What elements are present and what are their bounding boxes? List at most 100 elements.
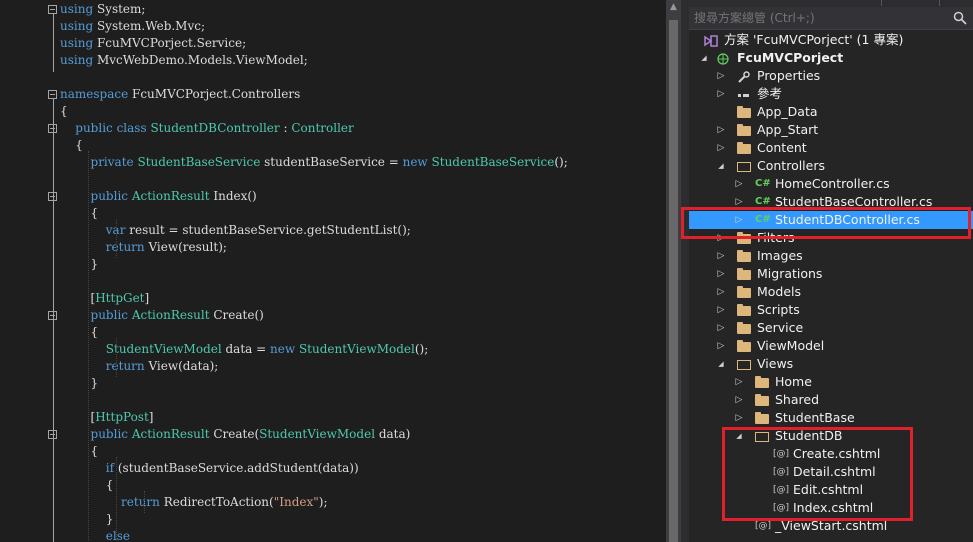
tree-item[interactable]: App_Data [689, 103, 973, 121]
code-line[interactable]: private StudentBaseService studentBaseSe… [60, 154, 568, 171]
collapse-region-icon[interactable] [48, 90, 57, 99]
folder-open-icon [737, 162, 751, 172]
collapsed-arrow-icon[interactable]: ▷ [716, 247, 726, 265]
tree-item[interactable]: ▷ Scripts [689, 301, 973, 319]
code-line[interactable]: using FcuMVCPorject.Service; [60, 35, 246, 52]
code-line[interactable]: using MvcWebDemo.Models.ViewModel; [60, 52, 308, 69]
code-line[interactable]: [HttpPost] [60, 409, 154, 426]
code-line[interactable]: return View(result); [60, 239, 227, 256]
code-token: ] [148, 410, 154, 424]
keyword-token: using [60, 53, 94, 67]
code-line[interactable]: return RedirectToAction("Index"); [60, 494, 328, 511]
tree-item[interactable]: ▷ Models [689, 283, 973, 301]
code-line[interactable]: if (studentBaseService.addStudent(data)) [60, 460, 359, 477]
collapsed-arrow-icon[interactable]: ▷ [716, 283, 726, 301]
expanded-arrow-icon[interactable]: ◢ [716, 157, 726, 175]
solution-search-input[interactable] [694, 7, 944, 29]
code-line[interactable]: public ActionResult Create() [60, 307, 264, 324]
code-token: { [60, 325, 99, 339]
code-line[interactable]: { [60, 324, 99, 341]
code-token: { [60, 206, 99, 220]
tree-item[interactable]: ▷ Images [689, 247, 973, 265]
scroll-up-arrow-icon[interactable]: ▲ [668, 2, 679, 13]
code-line[interactable]: { [60, 205, 99, 222]
code-line[interactable]: { [60, 103, 68, 120]
tree-item-label: FcuMVCPorject [737, 50, 844, 65]
tree-item[interactable]: ◢ FcuMVCPorject [689, 49, 973, 67]
collapsed-arrow-icon[interactable]: ▷ [716, 67, 726, 85]
tree-item-label: 參考 [757, 86, 783, 101]
keyword-token: return [121, 495, 160, 509]
type-token: ActionResult [131, 427, 210, 441]
tree-item[interactable]: ▷ Shared [689, 391, 973, 409]
collapsed-arrow-icon[interactable]: ▷ [734, 409, 744, 427]
collapsed-arrow-icon[interactable]: ▷ [716, 85, 726, 103]
indent-guide [116, 338, 117, 377]
collapsed-arrow-icon[interactable]: ▷ [716, 301, 726, 319]
collapsed-arrow-icon[interactable]: ▷ [734, 391, 744, 409]
code-token: System; [93, 2, 146, 16]
code-line[interactable]: else [60, 528, 130, 542]
collapsed-arrow-icon[interactable]: ▷ [716, 121, 726, 139]
collapsed-arrow-icon[interactable]: ▷ [716, 265, 726, 283]
code-line[interactable]: public ActionResult Create(StudentViewMo… [60, 426, 411, 443]
expanded-arrow-icon[interactable]: ◢ [699, 49, 709, 67]
tree-item[interactable]: ▷ Home [689, 373, 973, 391]
panel-splitter[interactable] [681, 0, 689, 542]
code-line[interactable]: public class StudentDBController : Contr… [60, 120, 353, 137]
code-line[interactable]: { [60, 443, 99, 460]
collapsed-arrow-icon[interactable]: ▷ [716, 319, 726, 337]
code-token: [ [60, 291, 96, 305]
collapse-region-icon[interactable] [48, 5, 57, 14]
search-icon[interactable] [953, 11, 967, 25]
tree-item[interactable]: ▷ Content [689, 139, 973, 157]
keyword-token: new [402, 155, 428, 169]
folder-icon [737, 340, 751, 352]
code-line[interactable]: namespace FcuMVCPorject.Controllers [60, 86, 300, 103]
editor-vertical-scrollbar[interactable]: ▲ [666, 0, 681, 542]
code-line[interactable]: } [60, 256, 99, 273]
expanded-arrow-icon[interactable]: ◢ [716, 355, 726, 373]
code-editor[interactable]: using System; using System.Web.Mvc; using … [0, 0, 666, 542]
code-line[interactable]: { [60, 137, 83, 154]
indent-guide [116, 219, 117, 258]
code-line[interactable]: var result = studentBaseService.getStude… [60, 222, 411, 239]
tree-item[interactable]: ▷ Service [689, 319, 973, 337]
scrollbar-thumb[interactable] [669, 20, 678, 542]
indent-guide [116, 457, 117, 542]
keyword-token: using [60, 2, 94, 16]
tree-item[interactable]: ◢ Views [689, 355, 973, 373]
tree-item[interactable]: ▷ C# HomeController.cs [689, 175, 973, 193]
folder-icon [737, 106, 751, 118]
code-line[interactable]: [HttpGet] [60, 290, 150, 307]
tree-item[interactable]: ▷ StudentBase [689, 409, 973, 427]
type-token: StudentViewModel [105, 342, 222, 356]
code-line[interactable]: using System.Web.Mvc; [60, 18, 205, 35]
folder-icon [755, 412, 769, 424]
tree-item[interactable]: ▷ App_Start [689, 121, 973, 139]
tree-item[interactable]: 方案 'FcuMVCPorject' (1 專案) [689, 31, 973, 49]
collapsed-arrow-icon[interactable]: ▷ [734, 175, 744, 193]
tree-item[interactable]: ▷ Migrations [689, 265, 973, 283]
code-line[interactable]: using System; [60, 1, 145, 18]
tree-item[interactable]: ▷ Properties [689, 67, 973, 85]
collapsed-arrow-icon[interactable]: ▷ [716, 139, 726, 157]
code-token: studentBaseService = [260, 155, 403, 169]
code-line[interactable]: } [60, 375, 99, 392]
tree-item[interactable]: ◢ Controllers [689, 157, 973, 175]
code-line[interactable]: } [60, 511, 114, 528]
tree-item[interactable]: ▷ 參考 [689, 85, 973, 103]
folder-icon [755, 394, 769, 406]
code-area[interactable]: using System; using System.Web.Mvc; using … [22, 0, 666, 542]
code-token: } [60, 512, 114, 526]
code-token: RedirectToAction( [159, 495, 274, 509]
tree-item-label: Service [757, 320, 804, 335]
code-line[interactable]: return View(data); [60, 358, 219, 375]
code-line[interactable]: { [60, 477, 114, 494]
solution-search-box[interactable] [689, 7, 973, 30]
collapsed-arrow-icon[interactable]: ▷ [734, 373, 744, 391]
type-token: StudentBaseService [431, 155, 555, 169]
collapsed-arrow-icon[interactable]: ▷ [716, 337, 726, 355]
code-line[interactable]: public ActionResult Index() [60, 188, 257, 205]
tree-item[interactable]: ▷ ViewModel [689, 337, 973, 355]
